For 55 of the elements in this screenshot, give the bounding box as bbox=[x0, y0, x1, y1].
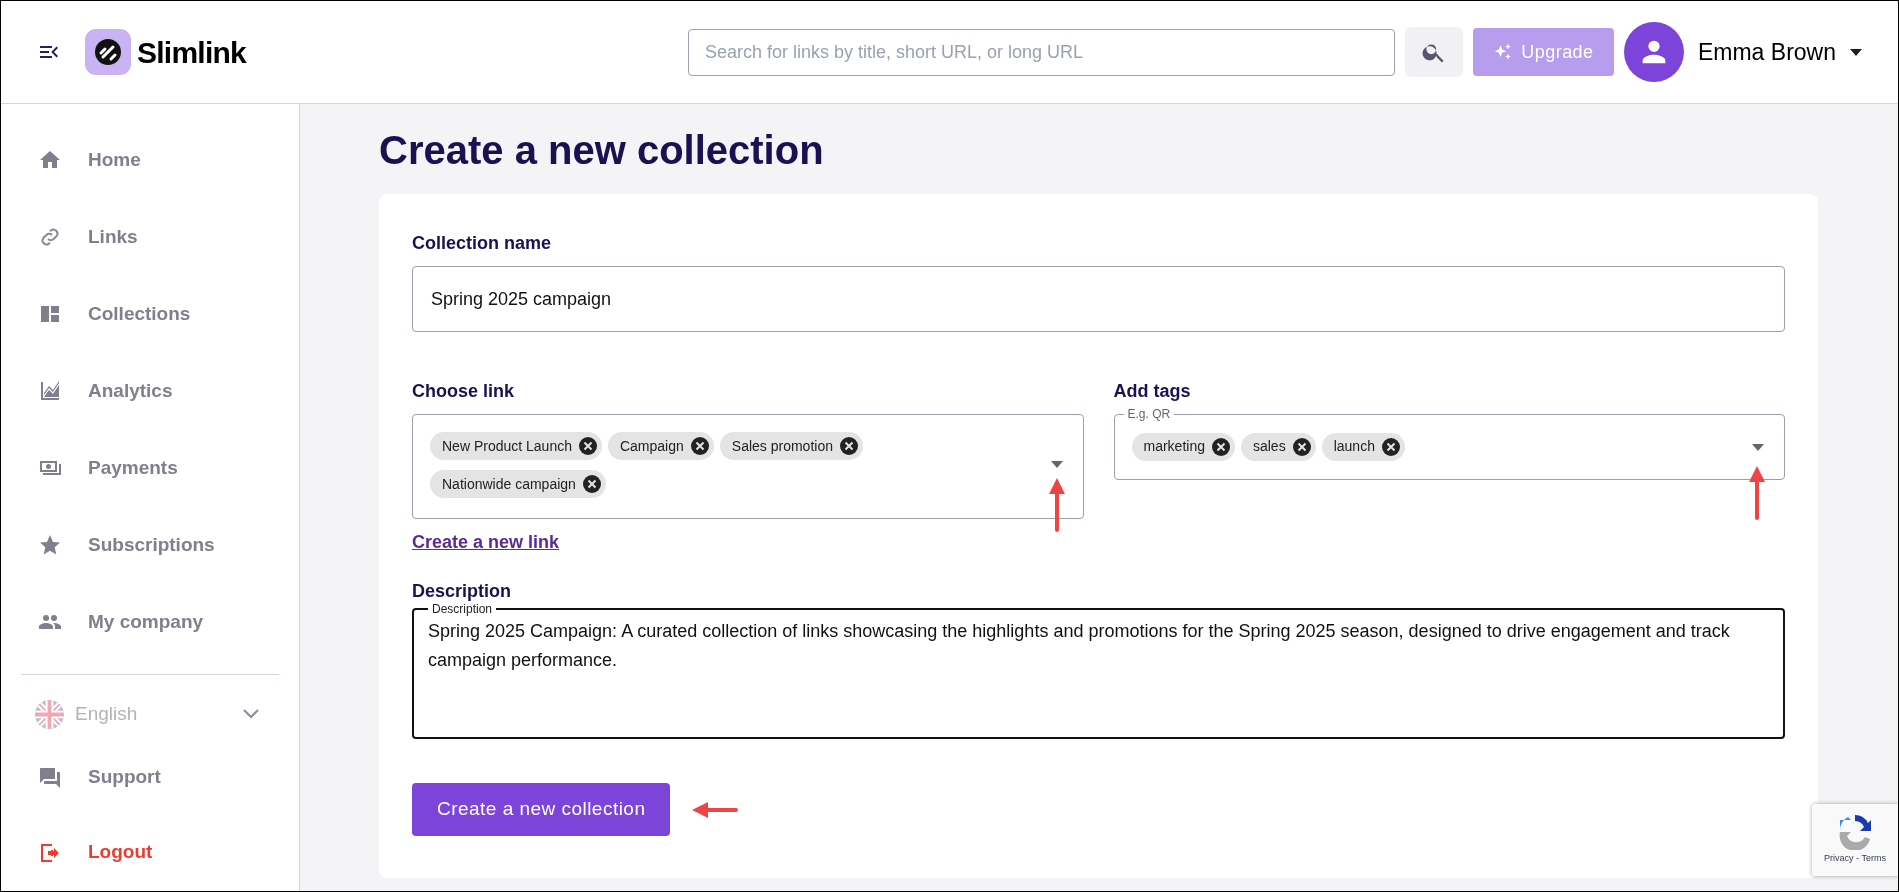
chevron-down-icon bbox=[243, 709, 259, 720]
close-icon[interactable] bbox=[1210, 436, 1231, 457]
upgrade-button[interactable]: Upgrade bbox=[1472, 28, 1614, 76]
chip: Sales promotion bbox=[719, 432, 863, 460]
sidebar-item[interactable]: Collections bbox=[1, 275, 299, 353]
chip: launch bbox=[1321, 432, 1405, 461]
text-field[interactable]: Spring 2025 campaign bbox=[412, 266, 1785, 332]
close-icon[interactable] bbox=[577, 436, 598, 456]
field-placeholder: E.g. QR bbox=[1126, 406, 1172, 422]
caret-icon bbox=[1850, 48, 1862, 56]
close-icon[interactable] bbox=[689, 436, 710, 456]
sidebar-item[interactable]: Logout bbox=[1, 814, 299, 891]
brand-name: Slimlink bbox=[137, 34, 247, 71]
sidebar-item[interactable]: My company bbox=[1, 583, 299, 661]
field-label: Description bbox=[412, 580, 513, 603]
user-menu[interactable]: Emma Brown bbox=[1697, 34, 1862, 70]
language-selector[interactable]: English bbox=[1, 689, 299, 740]
description-text: Spring 2025 Campaign: A curated collection of links showcasing the highlights and promotions for the Spring 2025 season, designed to drive engagement and track campaign performance. bbox=[428, 620, 1731, 672]
page-title: Create a new collection bbox=[379, 127, 825, 174]
chip: Nationwide campaign bbox=[430, 470, 606, 498]
field-label: Add tags bbox=[1113, 380, 1192, 403]
close-icon[interactable] bbox=[1291, 436, 1312, 457]
flag-icon bbox=[35, 699, 64, 729]
chat-icon bbox=[38, 765, 62, 790]
description-field[interactable]: Description Spring 2025 Campaign: A curated collection of links showcasing the highlights and promotions for the Spring 2025 season, designed to drive engagement and track campaign performance. bbox=[412, 601, 1785, 739]
search-field[interactable]: Search for links by title, short URL, or long URL bbox=[687, 28, 1395, 76]
field-label: Choose link bbox=[412, 380, 515, 403]
chip: Campaign bbox=[607, 432, 714, 460]
chip: marketing bbox=[1131, 432, 1235, 461]
tags-select[interactable]: E.g. QR marketing sales launch bbox=[1113, 406, 1785, 480]
close-icon[interactable] bbox=[1380, 436, 1401, 457]
create-link[interactable]: Create a new link bbox=[412, 529, 560, 556]
field-legend: Description bbox=[428, 601, 497, 617]
recaptcha-links[interactable]: Privacy - Terms bbox=[1824, 852, 1886, 866]
close-icon[interactable] bbox=[838, 436, 859, 456]
sidebar-item[interactable]: Analytics bbox=[1, 352, 299, 430]
chip: New Product Launch bbox=[430, 432, 602, 460]
sidebar-item[interactable]: Support bbox=[1, 739, 299, 817]
sidebar-item[interactable]: Payments bbox=[1, 429, 299, 507]
logo-icon bbox=[85, 29, 131, 75]
chip: sales bbox=[1240, 432, 1316, 461]
annotation-arrow-icon bbox=[690, 801, 739, 818]
recaptcha-badge[interactable]: Privacy - Terms bbox=[1812, 804, 1898, 876]
field-label: Collection name bbox=[412, 232, 553, 255]
dropdown-caret-icon[interactable] bbox=[1752, 444, 1764, 451]
search-button[interactable] bbox=[1404, 27, 1463, 77]
sidebar-item[interactable]: Links bbox=[1, 198, 299, 276]
sidebar-item[interactable]: Subscriptions bbox=[1, 506, 299, 584]
annotation-arrow-icon bbox=[1748, 464, 1766, 520]
close-icon[interactable] bbox=[581, 474, 602, 494]
dropdown-caret-icon[interactable] bbox=[1050, 461, 1063, 468]
annotation-arrow-icon bbox=[1047, 476, 1066, 532]
sidebar-item[interactable]: Home bbox=[1, 122, 299, 199]
create-collection-button[interactable]: Create a new collection bbox=[412, 783, 671, 836]
link-select[interactable]: New Product Launch Campaign Sales promotion Nationwide campaign bbox=[412, 414, 1084, 519]
